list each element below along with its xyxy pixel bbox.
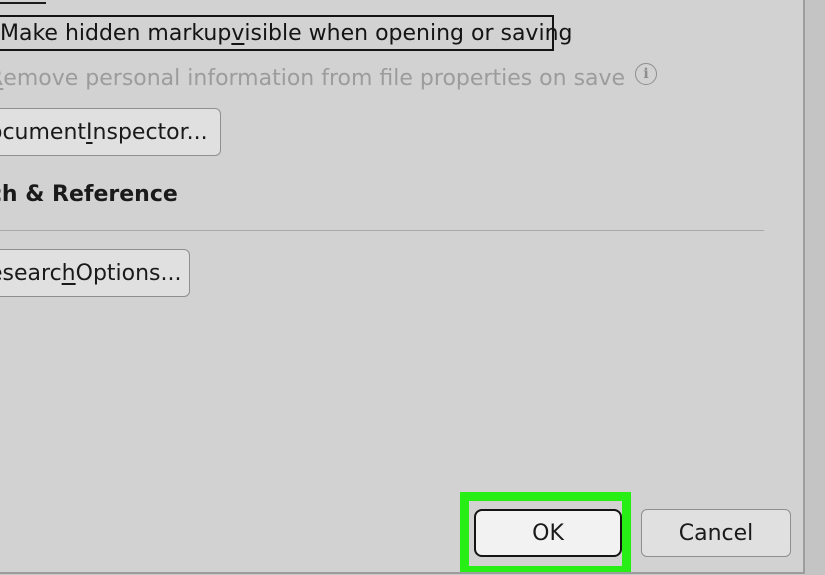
ok-button[interactable]: OK [474, 509, 622, 557]
markup-label-accesskey: v [231, 20, 245, 46]
markup-label-post: isible when opening or saving [244, 20, 573, 46]
word-options-dialog: Make hidden markup v isible when opening … [0, 0, 805, 574]
background-strip [805, 0, 825, 575]
cancel-button[interactable]: Cancel [641, 509, 791, 557]
personal-label-rest: emove personal information from file pro… [3, 65, 626, 91]
research-label-post: Options... [75, 260, 182, 286]
document-inspector-button[interactable]: ocument Inspector... [0, 108, 221, 156]
inspector-label-pre: ocument [0, 119, 87, 145]
research-label-accesskey: h [61, 260, 76, 286]
research-label-pre: esearc [0, 260, 62, 286]
clipped-row-fragment [0, 0, 46, 4]
section-divider [0, 230, 764, 231]
inspector-label-post: nspector... [92, 119, 208, 145]
section-title-research-reference: rch & Reference [0, 182, 178, 207]
make-hidden-markup-visible-checkbox-row[interactable]: Make hidden markup v isible when opening … [0, 15, 572, 51]
research-options-button[interactable]: esearch Options... [0, 249, 190, 297]
info-icon[interactable]: i [635, 63, 658, 85]
markup-label-pre: Make hidden markup [0, 20, 232, 46]
remove-personal-info-checkbox-row[interactable]: Remove personal information from file pr… [0, 60, 658, 96]
